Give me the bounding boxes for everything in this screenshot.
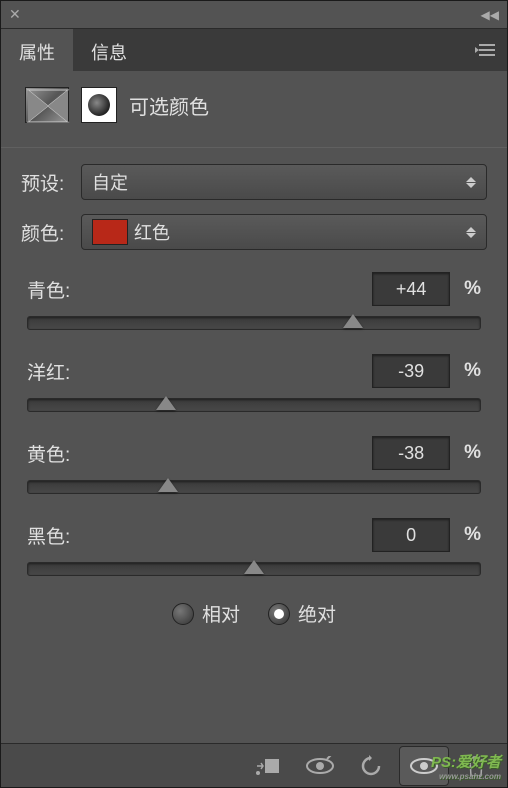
mask-icon[interactable] [81, 87, 117, 123]
tabs: 属性 信息 [1, 29, 507, 71]
panel-menu-icon[interactable] [475, 42, 499, 58]
magenta-label: 洋红: [27, 358, 70, 385]
black-slider[interactable] [27, 562, 481, 576]
close-icon[interactable]: ✕ [9, 6, 21, 23]
cyan-slider-group: 青色: % [27, 272, 481, 330]
yellow-thumb[interactable] [158, 478, 178, 496]
cyan-label: 青色: [27, 276, 70, 303]
percent-label: % [464, 278, 481, 300]
radio-icon [172, 603, 194, 625]
tab-info[interactable]: 信息 [73, 29, 145, 71]
preset-row: 预设: 自定 [21, 164, 487, 200]
percent-label: % [464, 360, 481, 382]
titlebar: ✕ ◀◀ [1, 1, 507, 29]
preset-select[interactable]: 自定 [81, 164, 487, 200]
yellow-input[interactable] [372, 436, 450, 470]
select-arrows-icon [466, 177, 476, 188]
adjustment-header: 可选颜色 [21, 87, 487, 123]
yellow-label: 黄色: [27, 440, 70, 467]
adjustment-title: 可选颜色 [129, 91, 209, 120]
yellow-slider[interactable] [27, 480, 481, 494]
preset-label: 预设: [21, 169, 71, 196]
panel-body: 可选颜色 预设: 自定 颜色: 红色 青色: % [1, 71, 507, 643]
select-arrows-icon [466, 227, 476, 238]
cyan-slider[interactable] [27, 316, 481, 330]
black-input[interactable] [372, 518, 450, 552]
sliders-container: 青色: % 洋红: % [21, 264, 487, 627]
tab-properties[interactable]: 属性 [1, 29, 73, 71]
relative-label: 相对 [202, 600, 240, 627]
black-label: 黑色: [27, 522, 70, 549]
watermark: PS:爱好者 www.psahz.com [431, 751, 501, 781]
color-row: 颜色: 红色 [21, 214, 487, 250]
divider [1, 147, 507, 148]
magenta-slider[interactable] [27, 398, 481, 412]
black-slider-group: 黑色: % [27, 518, 481, 576]
clip-to-layer-button[interactable] [243, 746, 293, 786]
radio-icon [268, 603, 290, 625]
preset-value: 自定 [92, 169, 128, 195]
method-radio-group: 相对 绝对 [27, 600, 481, 627]
percent-label: % [464, 524, 481, 546]
collapse-icon[interactable]: ◀◀ [481, 8, 499, 22]
magenta-slider-group: 洋红: % [27, 354, 481, 412]
relative-radio[interactable]: 相对 [172, 600, 240, 627]
percent-label: % [464, 442, 481, 464]
yellow-slider-group: 黄色: % [27, 436, 481, 494]
absolute-label: 绝对 [298, 600, 336, 627]
selective-color-icon [25, 87, 69, 123]
cyan-input[interactable] [372, 272, 450, 306]
reset-button[interactable] [347, 746, 397, 786]
color-value: 红色 [134, 219, 170, 245]
magenta-thumb[interactable] [156, 396, 176, 414]
absolute-radio[interactable]: 绝对 [268, 600, 336, 627]
view-previous-button[interactable] [295, 746, 345, 786]
black-thumb[interactable] [244, 560, 264, 578]
color-select[interactable]: 红色 [81, 214, 487, 250]
color-label: 颜色: [21, 219, 71, 246]
cyan-thumb[interactable] [343, 314, 363, 332]
magenta-input[interactable] [372, 354, 450, 388]
color-swatch [92, 219, 128, 245]
